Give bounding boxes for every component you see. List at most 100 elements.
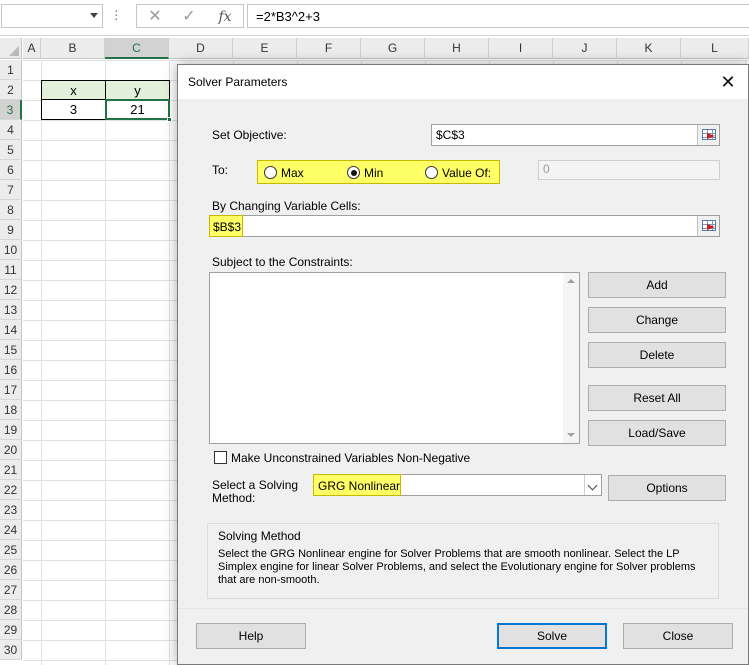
row-header-2[interactable]: 2 (0, 80, 22, 100)
column-header-i[interactable]: I (489, 38, 553, 59)
add-button[interactable]: Add (588, 272, 726, 298)
help-button[interactable]: Help (196, 623, 306, 649)
scroll-down-icon[interactable] (567, 433, 575, 437)
column-header-b[interactable]: B (41, 38, 105, 59)
scroll-up-icon[interactable] (567, 279, 575, 283)
enter-check-icon[interactable]: ✓ (177, 7, 201, 27)
row-header-4[interactable]: 4 (0, 120, 22, 140)
cell-c2-header-y[interactable]: y (105, 80, 170, 100)
radio-min-label[interactable]: Min (364, 166, 383, 180)
value-of-input[interactable]: 0 (538, 160, 720, 180)
radio-value-of[interactable] (425, 166, 438, 179)
close-icon[interactable]: ✕ (708, 65, 748, 99)
set-objective-label: Set Objective: (212, 128, 287, 142)
radio-min[interactable] (347, 166, 360, 179)
row-header-8[interactable]: 8 (0, 200, 22, 220)
column-header-k[interactable]: K (617, 38, 681, 59)
divider (178, 608, 748, 609)
load-save-button[interactable]: Load/Save (588, 420, 726, 446)
column-header-f[interactable]: F (297, 38, 361, 59)
insert-function-icon[interactable]: fx (213, 7, 237, 27)
row-header-26[interactable]: 26 (0, 560, 22, 580)
row-header-9[interactable]: 9 (0, 220, 22, 240)
row-header-29[interactable]: 29 (0, 620, 22, 640)
non-negative-checkbox-label[interactable]: Make Unconstrained Variables Non-Negativ… (231, 451, 470, 465)
objective-range-picker-icon[interactable] (697, 125, 719, 145)
column-header-e[interactable]: E (233, 38, 297, 59)
radio-value-of-label[interactable]: Value Of: (442, 166, 491, 180)
formula-input[interactable]: =2*B3^2+3 (247, 4, 749, 28)
column-header-l[interactable]: L (681, 38, 749, 59)
fill-handle[interactable] (167, 117, 172, 122)
row-header-19[interactable]: 19 (0, 420, 22, 440)
radio-max-label[interactable]: Max (281, 166, 304, 180)
close-button[interactable]: Close (623, 623, 733, 649)
row-header-11[interactable]: 11 (0, 260, 22, 280)
cell-b3-value-x[interactable]: 3 (41, 99, 106, 120)
select-all-corner[interactable] (0, 38, 22, 59)
to-label: To: (212, 163, 229, 177)
by-changing-label: By Changing Variable Cells: (212, 199, 361, 213)
row-header-24[interactable]: 24 (0, 520, 22, 540)
row-header-6[interactable]: 6 (0, 160, 22, 180)
constraints-scrollbar[interactable] (563, 273, 579, 443)
row-header-14[interactable]: 14 (0, 320, 22, 340)
value-of-value: 0 (543, 162, 550, 176)
name-box[interactable] (1, 4, 103, 28)
constraints-list[interactable] (209, 272, 580, 444)
formula-bar-buttons: ✕ ✓ fx (136, 4, 244, 28)
solving-method-description: Select the GRG Nonlinear engine for Solv… (218, 548, 696, 586)
row-header-16[interactable]: 16 (0, 360, 22, 380)
row-header-10[interactable]: 10 (0, 240, 22, 260)
row-header-12[interactable]: 12 (0, 280, 22, 300)
row-header-15[interactable]: 15 (0, 340, 22, 360)
radio-max[interactable] (264, 166, 277, 179)
changing-range-picker-icon[interactable] (697, 216, 719, 236)
column-header-a[interactable]: A (23, 38, 41, 59)
solver-parameters-dialog: Solver Parameters ✕ Set Objective: $C$3 … (177, 64, 749, 665)
reset-all-button[interactable]: Reset All (588, 385, 726, 411)
row-header-25[interactable]: 25 (0, 540, 22, 560)
solving-method-heading: Solving Method (218, 529, 301, 543)
column-header-h[interactable]: H (425, 38, 489, 59)
changing-cells-value: $B$3 (213, 220, 242, 234)
non-negative-checkbox[interactable] (214, 451, 227, 464)
vertical-dots-icon: · · · (114, 2, 119, 26)
changing-cells-input[interactable] (209, 215, 720, 237)
options-button[interactable]: Options (608, 475, 726, 501)
cell-b2-header-x[interactable]: x (41, 80, 106, 100)
column-header-j[interactable]: J (553, 38, 617, 59)
set-objective-input[interactable]: $C$3 (431, 124, 720, 146)
row-header-21[interactable]: 21 (0, 460, 22, 480)
set-objective-value: $C$3 (436, 128, 465, 142)
chevron-down-icon[interactable] (90, 13, 98, 18)
column-header-c[interactable]: C (105, 38, 169, 59)
row-header-18[interactable]: 18 (0, 400, 22, 420)
row-header-1[interactable]: 1 (0, 60, 22, 80)
cancel-icon[interactable]: ✕ (143, 7, 167, 27)
row-header-13[interactable]: 13 (0, 300, 22, 320)
delete-button[interactable]: Delete (588, 342, 726, 368)
solving-method-groupbox: Solving Method Select the GRG Nonlinear … (207, 523, 719, 599)
row-header-28[interactable]: 28 (0, 600, 22, 620)
change-button[interactable]: Change (588, 307, 726, 333)
chevron-down-icon[interactable] (584, 475, 601, 495)
dialog-title: Solver Parameters (188, 75, 288, 89)
row-header-3[interactable]: 3 (0, 100, 22, 120)
row-header-30[interactable]: 30 (0, 640, 22, 660)
row-header-20[interactable]: 20 (0, 440, 22, 460)
row-header-22[interactable]: 22 (0, 480, 22, 500)
cell-c3-value-y[interactable]: 21 (105, 99, 170, 120)
solving-method-value: GRG Nonlinear (318, 479, 401, 493)
select-method-label-2: Method: (212, 491, 256, 505)
row-header-7[interactable]: 7 (0, 180, 22, 200)
row-header-17[interactable]: 17 (0, 380, 22, 400)
column-header-d[interactable]: D (169, 38, 233, 59)
solve-button[interactable]: Solve (497, 623, 607, 649)
column-header-g[interactable]: G (361, 38, 425, 59)
dialog-titlebar[interactable]: Solver Parameters ✕ (178, 65, 748, 99)
select-all-triangle-icon (9, 46, 19, 56)
row-header-27[interactable]: 27 (0, 580, 22, 600)
row-header-23[interactable]: 23 (0, 500, 22, 520)
row-header-5[interactable]: 5 (0, 140, 22, 160)
